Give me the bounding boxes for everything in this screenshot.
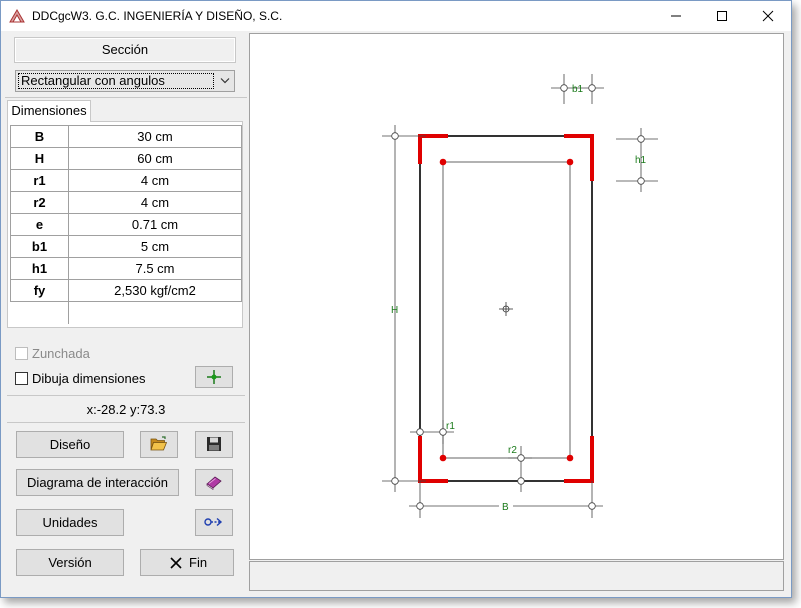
label-b1: b1 bbox=[572, 84, 584, 95]
export-button[interactable] bbox=[195, 509, 233, 536]
label-b: B bbox=[502, 502, 509, 513]
section-drawing: b1 h1 H r1 r2 B bbox=[382, 74, 658, 518]
dimension-value[interactable]: 0.71 cm bbox=[68, 213, 242, 236]
dimension-key: B bbox=[10, 125, 69, 148]
fin-button[interactable]: Fin bbox=[140, 549, 234, 576]
dimension-key: h1 bbox=[10, 257, 69, 280]
label-h1: h1 bbox=[635, 155, 647, 166]
chevron-down-icon bbox=[220, 78, 230, 84]
minimize-button[interactable] bbox=[653, 1, 699, 31]
table-row[interactable]: r2 4 cm bbox=[10, 191, 242, 214]
dimensions-grid: B 30 cm H 60 cm r1 4 cm r2 4 cm e 0.71 cm b1 5 cm h1… bbox=[7, 121, 243, 328]
floppy-disk-icon bbox=[207, 437, 221, 451]
version-button[interactable]: Versión bbox=[16, 549, 124, 576]
main-window: DDCgcW3. G.C. INGENIERÍA Y DISEÑO, S.C. … bbox=[0, 0, 792, 598]
divider bbox=[5, 97, 247, 98]
book-icon bbox=[206, 476, 222, 490]
fin-label: Fin bbox=[189, 555, 208, 570]
close-icon bbox=[762, 10, 774, 22]
dimension-value[interactable]: 2,530 kgf/cm2 bbox=[68, 279, 242, 302]
dimensions-table: B 30 cm H 60 cm r1 4 cm r2 4 cm e 0.71 cm b1 5 cm h1… bbox=[10, 125, 242, 324]
save-button[interactable] bbox=[195, 431, 233, 458]
label-r2: r2 bbox=[508, 445, 517, 456]
dimension-key: r1 bbox=[10, 169, 69, 192]
dibuja-check-box[interactable] bbox=[15, 372, 28, 385]
cursor-coordinates: x:-28.2 y:73.3 bbox=[7, 395, 245, 423]
ddc-logo-icon bbox=[9, 9, 25, 23]
diagrama-interaccion-button[interactable]: Diagrama de interacción bbox=[16, 469, 179, 496]
print-button[interactable] bbox=[195, 469, 233, 496]
zunchada-check-box[interactable] bbox=[15, 347, 28, 360]
table-row[interactable]: h1 7.5 cm bbox=[10, 257, 242, 280]
dimension-key: r2 bbox=[10, 191, 69, 214]
centroid-marker bbox=[499, 302, 513, 316]
status-bar bbox=[249, 561, 784, 591]
table-row[interactable]: B 30 cm bbox=[10, 125, 242, 148]
close-button[interactable] bbox=[745, 1, 791, 31]
table-row-empty bbox=[10, 301, 242, 324]
label-h: H bbox=[391, 305, 398, 316]
dimension-key: e bbox=[10, 213, 69, 236]
rebar-points bbox=[439, 158, 574, 462]
title-bar[interactable]: DDCgcW3. G.C. INGENIERÍA Y DISEÑO, S.C. bbox=[1, 1, 791, 31]
dimension-key: b1 bbox=[10, 235, 69, 258]
dimension-value[interactable]: 4 cm bbox=[68, 191, 242, 214]
table-row[interactable]: r1 4 cm bbox=[10, 169, 242, 192]
maximize-icon bbox=[717, 11, 727, 21]
transfer-arrow-icon bbox=[204, 517, 223, 527]
table-row[interactable]: b1 5 cm bbox=[10, 235, 242, 258]
left-panel: Sección Rectangular con angulos Dimensio… bbox=[5, 33, 247, 593]
crosshair-icon bbox=[207, 370, 221, 384]
unidades-button[interactable]: Unidades bbox=[16, 509, 124, 536]
dimension-value[interactable]: 7.5 cm bbox=[68, 257, 242, 280]
table-row[interactable]: H 60 cm bbox=[10, 147, 242, 170]
center-point-button[interactable] bbox=[195, 366, 233, 388]
section-type-select[interactable]: Rectangular con angulos bbox=[15, 70, 235, 92]
close-icon bbox=[170, 557, 182, 569]
table-row[interactable]: fy 2,530 kgf/cm2 bbox=[10, 279, 242, 302]
table-row[interactable]: e 0.71 cm bbox=[10, 213, 242, 236]
label-r1: r1 bbox=[446, 421, 455, 432]
section-drawing-canvas[interactable]: b1 h1 H r1 r2 B bbox=[249, 33, 784, 560]
dimension-value[interactable]: 4 cm bbox=[68, 169, 242, 192]
open-file-button[interactable] bbox=[140, 431, 178, 458]
dibuja-label: Dibuja dimensiones bbox=[32, 371, 146, 386]
open-folder-icon bbox=[150, 436, 168, 451]
window-title: DDCgcW3. G.C. INGENIERÍA Y DISEÑO, S.C. bbox=[32, 9, 283, 23]
maximize-button[interactable] bbox=[699, 1, 745, 31]
diseno-button[interactable]: Diseño bbox=[16, 431, 124, 458]
dimension-key: fy bbox=[10, 279, 69, 302]
dimension-key: H bbox=[10, 147, 69, 170]
tab-dimensiones[interactable]: Dimensiones bbox=[7, 100, 91, 122]
dimension-value[interactable]: 30 cm bbox=[68, 125, 242, 148]
section-type-value: Rectangular con angulos bbox=[18, 73, 214, 89]
zunchada-label: Zunchada bbox=[32, 346, 90, 361]
minimize-icon bbox=[671, 15, 681, 17]
rebar-cage bbox=[442, 161, 571, 459]
dimension-value[interactable]: 5 cm bbox=[68, 235, 242, 258]
section-label: Sección bbox=[14, 37, 236, 63]
dimension-value[interactable]: 60 cm bbox=[68, 147, 242, 170]
